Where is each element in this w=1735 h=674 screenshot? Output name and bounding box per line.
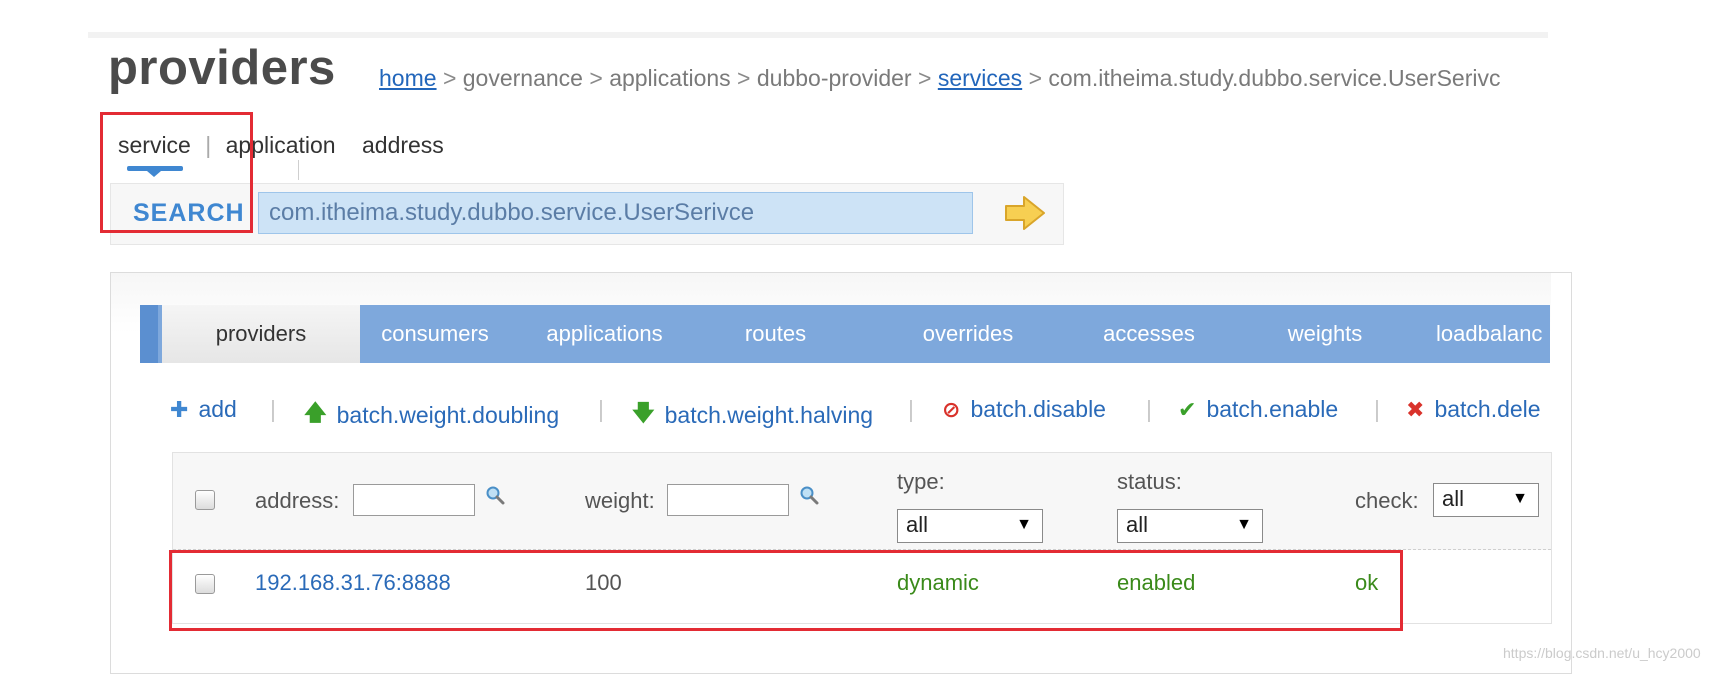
breadcrumb-services-link[interactable]: services [938,65,1022,91]
cross-icon: ✖ [1406,396,1425,422]
search-tab-address[interactable]: address [362,132,444,159]
breadcrumb-separator: > [737,65,751,91]
search-label: SEARCH [133,199,245,227]
dropdown-arrow-icon: ▼ [1236,516,1252,533]
status-filter-label: status: [1117,469,1182,494]
row-weight: 100 [585,570,622,595]
checkmark-icon: ✔ [1178,396,1197,422]
tab-overrides[interactable]: overrides [903,305,1033,363]
breadcrumb-separator: > [442,65,457,91]
providers-table: address: weight: type: all ▼ status: all… [172,452,1552,624]
breadcrumb: home > governance > applications > dubbo… [379,65,1500,92]
arrow-right-icon[interactable] [1004,194,1046,232]
search-input[interactable] [258,192,973,234]
toolbar-separator: | [1146,396,1152,422]
tab-strip-cap [140,305,158,363]
dropdown-arrow-icon: ▼ [1016,516,1032,533]
arrow-down-icon: 🡇 [632,400,655,425]
weight-halving-label: batch.weight.halving [664,401,874,428]
plus-icon: ✚ [170,396,189,422]
batch-delete-label: batch.dele [1434,396,1541,422]
row-check: ok [1355,570,1379,595]
check-filter-value: all [1442,486,1465,511]
batch-delete-button[interactable]: ✖ batch.dele [1406,396,1550,423]
toolbar-separator: | [1374,396,1380,422]
search-tab-application[interactable]: application [226,132,336,159]
weight-doubling-button[interactable]: 🡅 batch.weight.doubling [304,396,559,434]
batch-disable-label: batch.disable [970,396,1106,422]
breadcrumb-separator: > [1028,65,1042,91]
dropdown-arrow-icon: ▼ [1512,490,1528,507]
tab-consumers[interactable]: consumers [360,305,510,363]
row-status: enabled [1117,570,1196,595]
toolbar-separator: | [598,396,604,422]
type-filter-value: all [906,512,929,537]
toolbar-separator: | [908,396,914,422]
tab-providers[interactable]: providers [162,305,360,363]
weight-halving-button[interactable]: 🡇 batch.weight.halving [632,396,873,434]
search-icon[interactable] [799,485,819,505]
type-filter-select[interactable]: all ▼ [897,509,1043,543]
breadcrumb-separator: > [589,65,603,91]
batch-disable-button[interactable]: ⊘ batch.disable [942,396,1106,423]
search-icon[interactable] [485,485,505,505]
tab-tick-line [298,160,299,180]
address-filter-input[interactable] [353,484,475,516]
row-type: dynamic [897,570,979,595]
address-filter-label: address: [255,488,340,513]
weight-filter-label: weight: [585,488,655,513]
toolbar-separator: | [270,396,276,422]
row-checkbox[interactable] [195,574,215,594]
select-all-checkbox[interactable] [195,490,215,510]
tab-loadbalance[interactable]: loadbalanc [1436,305,1550,363]
row-address-link[interactable]: 192.168.31.76:8888 [255,570,451,596]
weight-doubling-label: batch.weight.doubling [336,401,560,428]
check-filter-label: check: [1355,488,1419,513]
breadcrumb-service-name: com.itheima.study.dubbo.service.UserSeri… [1048,65,1501,91]
tab-weights[interactable]: weights [1270,305,1380,363]
tab-routes[interactable]: routes [723,305,828,363]
add-button[interactable]: ✚ add [170,396,237,423]
section-tabs: providers consumers applications routes … [140,305,1550,363]
search-tab-service[interactable]: service [118,132,191,159]
check-filter-select[interactable]: all ▼ [1433,483,1539,517]
arrow-up-icon: 🡅 [304,400,327,425]
add-label: add [198,396,237,422]
status-filter-value: all [1126,512,1149,537]
batch-enable-button[interactable]: ✔ batch.enable [1178,396,1338,423]
table-header-row: address: weight: type: all ▼ status: all… [173,453,1551,550]
weight-filter-input[interactable] [667,484,789,516]
status-filter-select[interactable]: all ▼ [1117,509,1263,543]
tab-applications[interactable]: applications [532,305,677,363]
active-tab-indicator [127,166,183,177]
watermark: https://blog.csdn.net/u_hcy2000 [1503,645,1701,661]
breadcrumb-provider: dubbo-provider [756,65,912,91]
type-filter-label: type: [897,469,945,494]
search-tabs: service | application address [118,132,444,159]
tab-accesses[interactable]: accesses [1084,305,1214,363]
prohibited-icon: ⊘ [942,396,961,422]
page-title: providers [108,41,336,95]
breadcrumb-separator: > [917,65,932,91]
screenshot-stage: providers home > governance > applicatio… [0,0,1735,674]
breadcrumb-governance: governance [462,65,583,91]
breadcrumb-home-link[interactable]: home [379,65,437,91]
batch-enable-label: batch.enable [1206,396,1339,422]
breadcrumb-applications: applications [609,65,731,91]
tab-divider: | [205,132,212,158]
table-row: 192.168.31.76:8888 100 dynamic enabled o… [173,550,1551,620]
top-border [88,32,1548,38]
